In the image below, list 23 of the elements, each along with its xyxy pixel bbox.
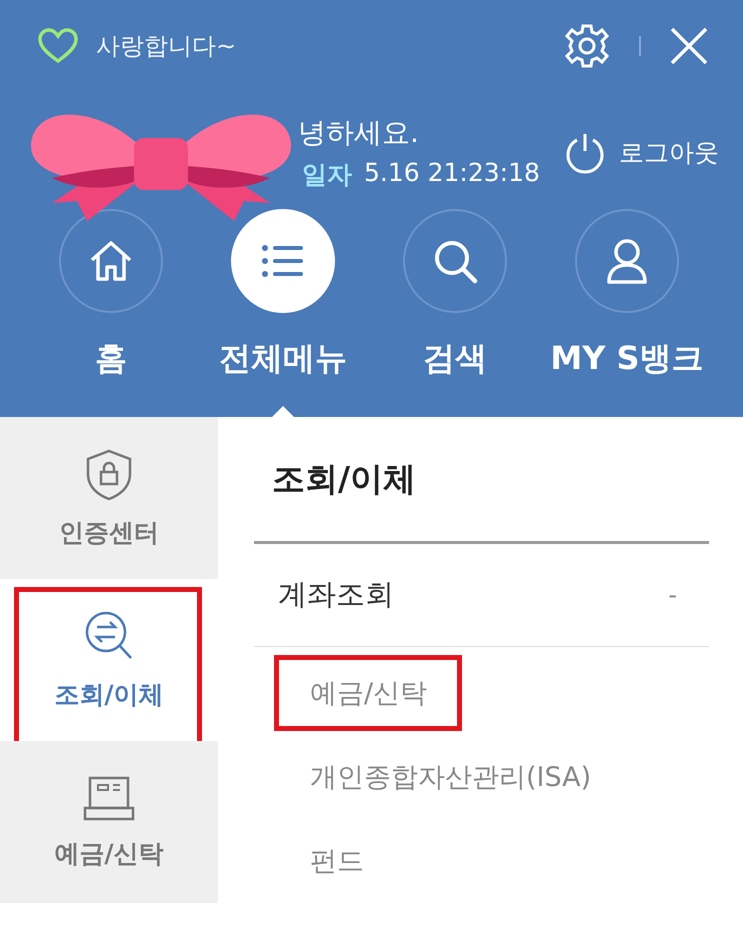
- section-title: 조회/이체: [254, 417, 709, 544]
- login-time: 5.16 21:23:18: [364, 158, 540, 189]
- pointer-arrow: [272, 406, 294, 417]
- collapse-toggle[interactable]: -: [662, 580, 683, 610]
- submenu-item[interactable]: 펀드: [274, 823, 399, 899]
- heart-icon: [38, 28, 78, 64]
- logout-button[interactable]: 로그아웃: [563, 114, 719, 191]
- greeting-message: 사랑합니다~: [96, 31, 238, 62]
- sidebar-item[interactable]: 조회/이체: [0, 579, 218, 741]
- close-icon[interactable]: [669, 26, 709, 66]
- greeting-text: 녕하세요.: [298, 115, 420, 151]
- shield-lock-icon: [84, 448, 134, 502]
- nav-tab[interactable]: 홈: [31, 209, 191, 381]
- login-date-label: 일자: [302, 159, 352, 191]
- laptop-icon: [82, 774, 136, 822]
- menu-group-label: 계좌조회: [278, 576, 394, 613]
- nav-tab[interactable]: 전체메뉴: [203, 209, 363, 381]
- nav-tab[interactable]: MY S뱅크: [547, 209, 707, 381]
- submenu-item[interactable]: 예금/신탁: [274, 655, 462, 731]
- settings-icon[interactable]: [563, 22, 611, 70]
- nav-tab[interactable]: 검색: [375, 209, 535, 381]
- list-icon: [261, 244, 305, 278]
- submenu-item[interactable]: 개인종합자산관리(ISA): [274, 739, 626, 815]
